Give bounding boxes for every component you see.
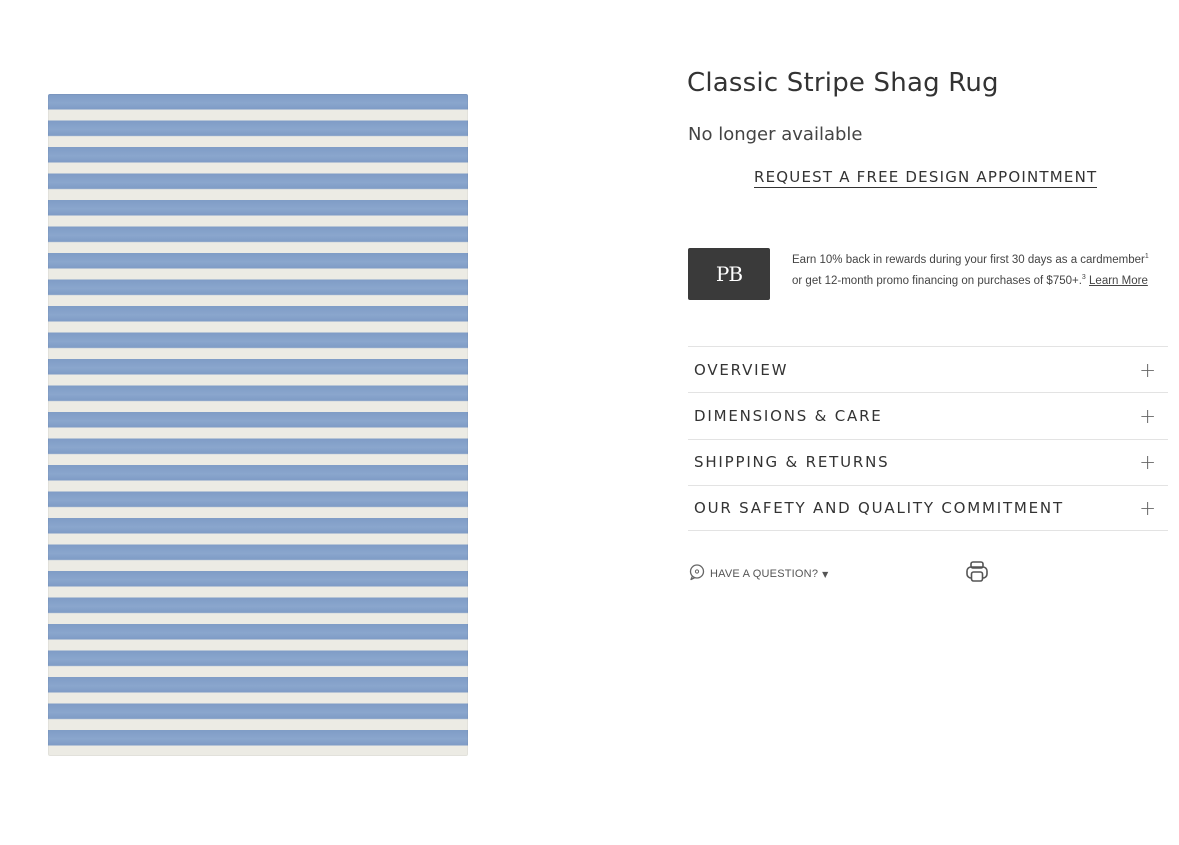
promo-text-part1: Earn 10% back in rewards during your fir… — [792, 253, 1145, 266]
accordion-shipping-returns[interactable]: SHIPPING & RETURNS + — [688, 438, 1168, 485]
accordion-overview[interactable]: OVERVIEW + — [688, 346, 1168, 392]
chat-bubble-icon — [688, 563, 706, 585]
product-title: Classic Stripe Shag Rug — [687, 68, 999, 98]
product-image[interactable] — [48, 94, 468, 756]
accordion-label: DIMENSIONS & CARE — [694, 406, 883, 425]
promo-footnote-3: 3 — [1081, 273, 1086, 281]
accordion-label: OVERVIEW — [694, 360, 789, 379]
rug-photo — [48, 94, 468, 756]
rewards-promo: PB Earn 10% back in rewards during your … — [688, 248, 1168, 304]
plus-icon: + — [1139, 496, 1156, 521]
accordion-dimensions-care[interactable]: DIMENSIONS & CARE + — [688, 392, 1168, 438]
accordion-label: SHIPPING & RETURNS — [694, 453, 890, 472]
have-a-question-label: HAVE A QUESTION? — [710, 568, 819, 580]
product-accordion: OVERVIEW + DIMENSIONS & CARE + SHIPPING … — [688, 346, 1168, 532]
plus-icon: + — [1139, 357, 1156, 382]
accordion-safety-quality[interactable]: OUR SAFETY AND QUALITY COMMITMENT + — [688, 484, 1168, 532]
plus-icon: + — [1139, 450, 1156, 475]
design-appointment-link[interactable]: REQUEST A FREE DESIGN APPOINTMENT — [754, 168, 1098, 188]
learn-more-link[interactable]: Learn More — [1089, 275, 1148, 287]
pb-card-logo: PB — [688, 248, 770, 300]
promo-text: Earn 10% back in rewards during your fir… — [792, 248, 1152, 290]
promo-footnote-1: 1 — [1144, 253, 1149, 260]
promo-text-part2: or get 12-month promo financing on purch… — [792, 274, 1082, 287]
availability-status: No longer available — [688, 124, 863, 145]
have-a-question-dropdown[interactable]: HAVE A QUESTION? ▼ — [688, 563, 828, 585]
accordion-label: OUR SAFETY AND QUALITY COMMITMENT — [694, 499, 1064, 518]
caret-down-icon: ▼ — [822, 569, 829, 579]
print-icon[interactable] — [964, 560, 990, 588]
plus-icon: + — [1139, 403, 1156, 428]
